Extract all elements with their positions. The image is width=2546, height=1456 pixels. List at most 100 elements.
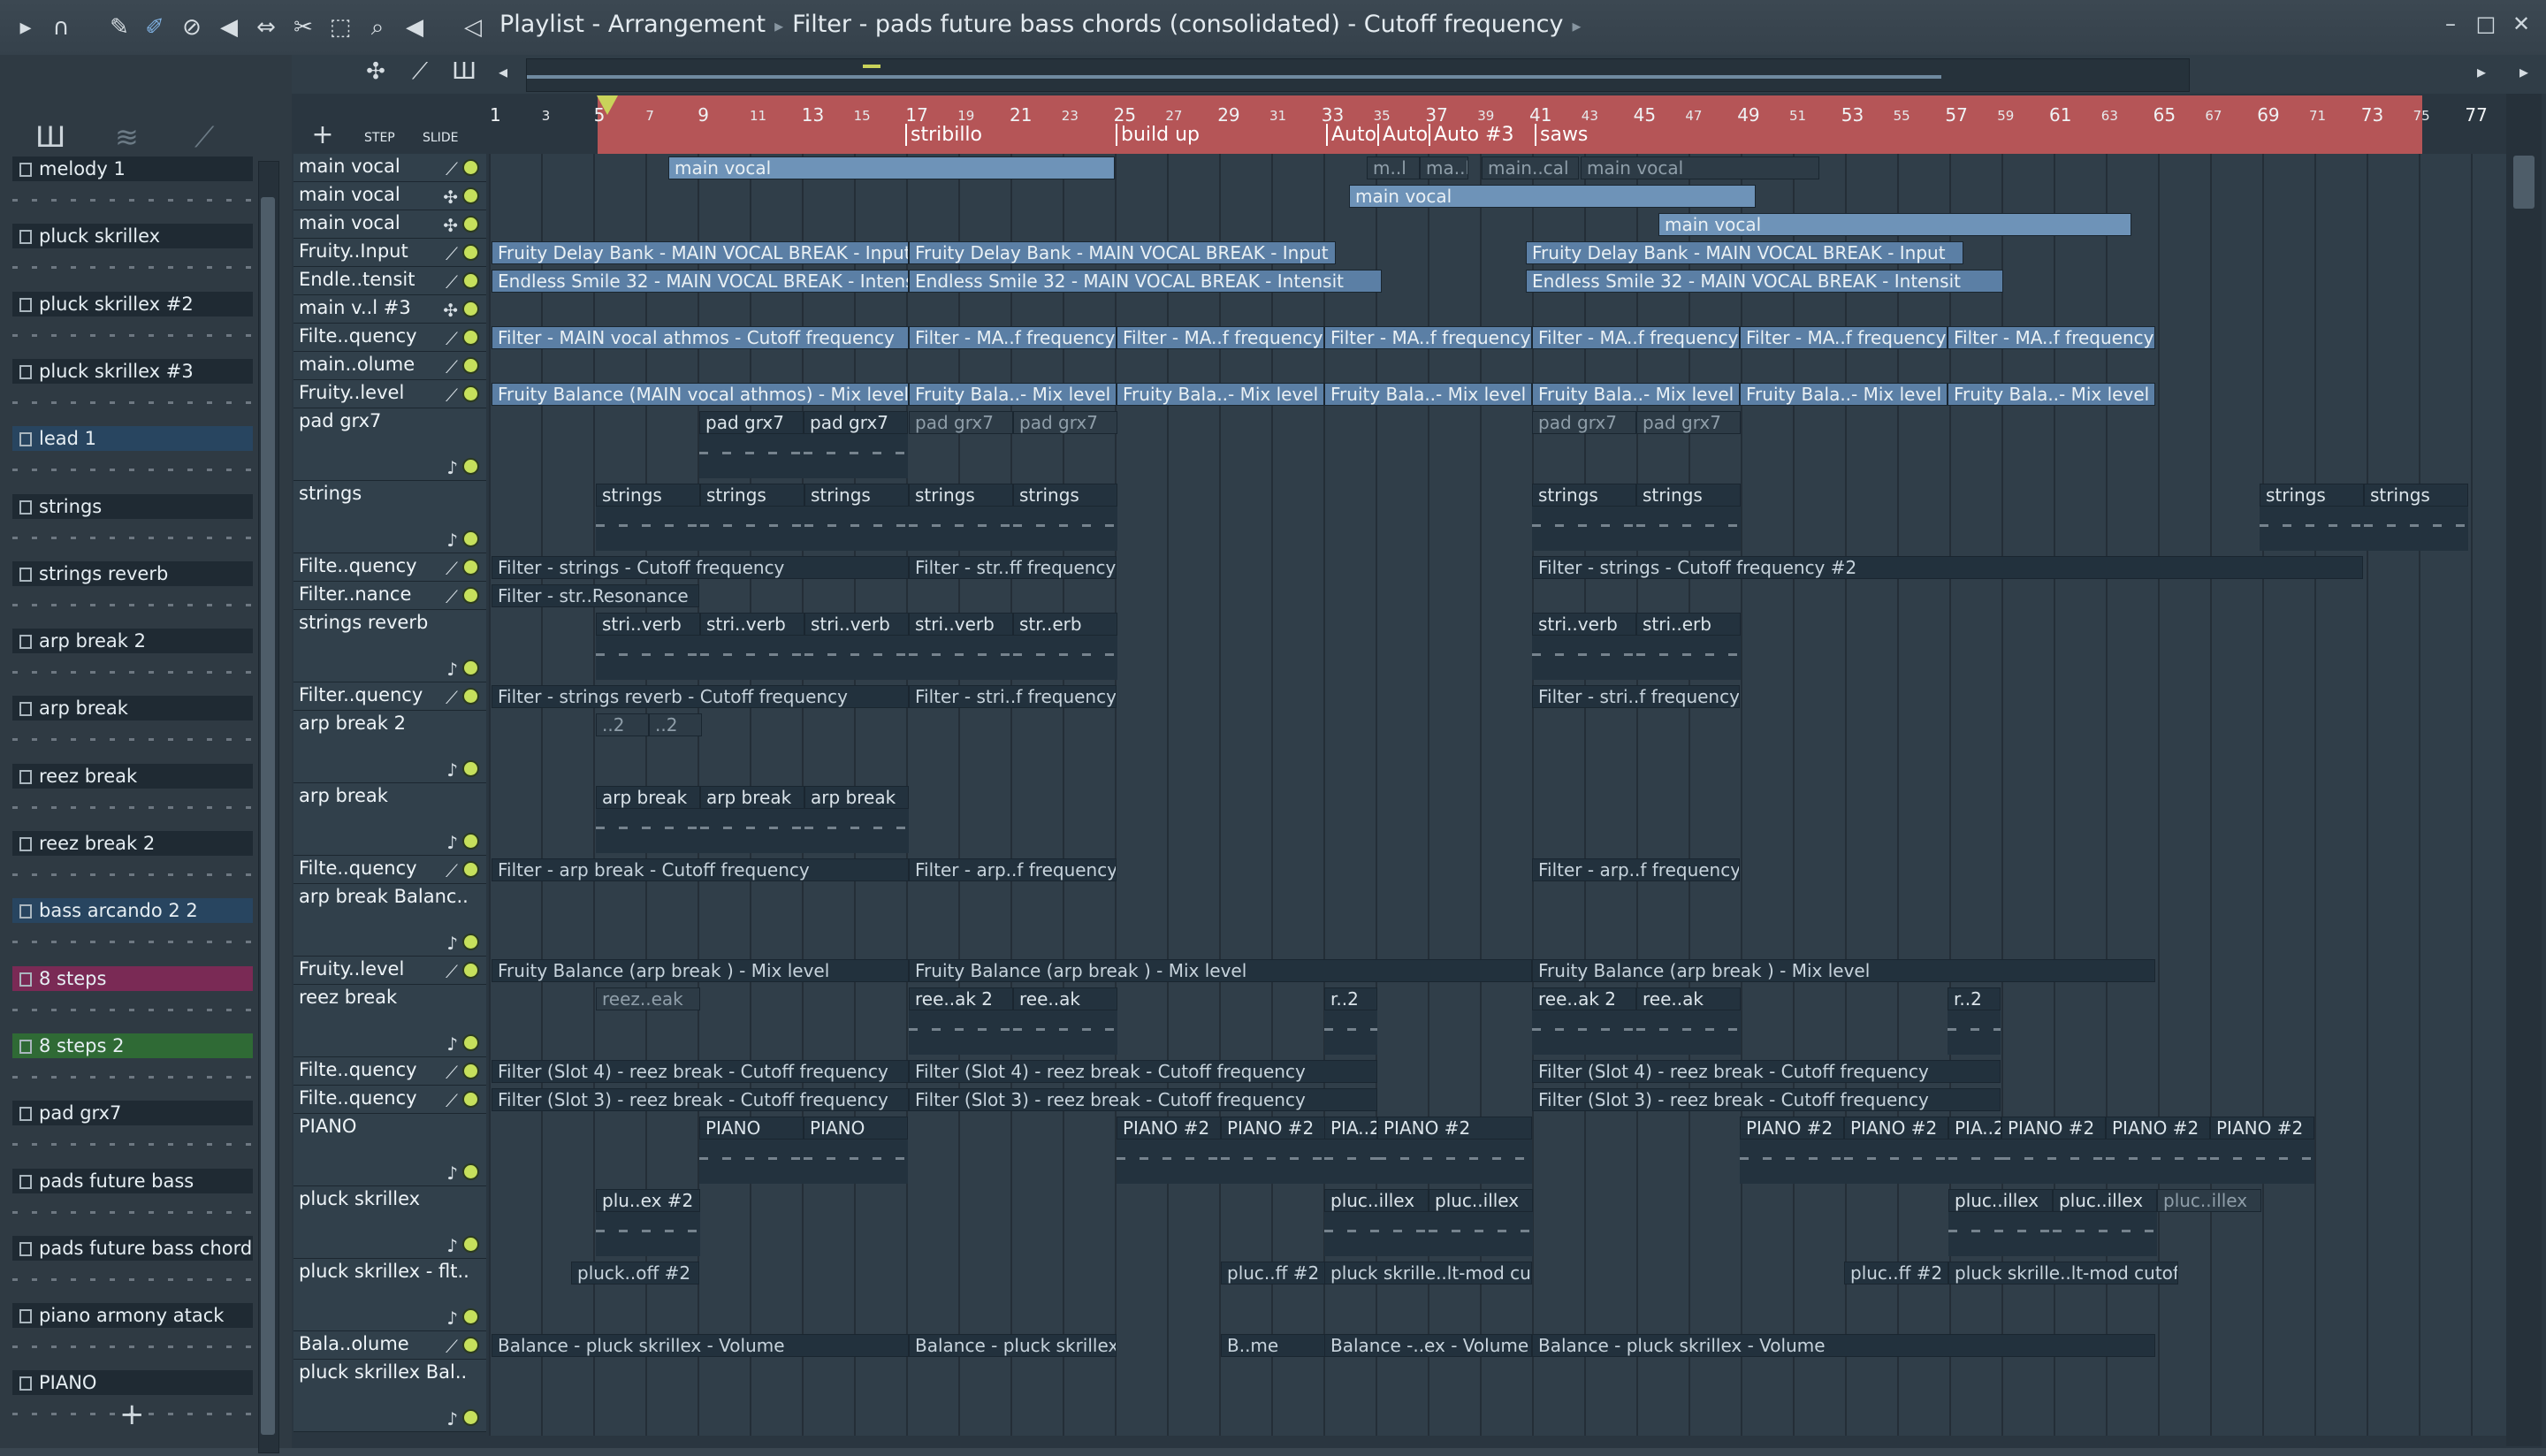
playlist-clip[interactable]: ..2 (596, 713, 649, 736)
track-header[interactable]: arp break 2 ♪ (293, 711, 486, 783)
track-header[interactable]: main v..l #3 ✣ (293, 295, 486, 324)
playlist-clip[interactable]: strings (2364, 484, 2468, 507)
playlist-clip[interactable]: Filter - stri..f frequency (1532, 685, 1740, 708)
playlist-clip[interactable]: ree..ak 2 (1532, 987, 1636, 1010)
playlist-clip[interactable]: Balance - pluck skrillex - Volume (909, 1334, 1117, 1357)
playlist-clip[interactable]: Filter (Slot 3) - reez break - Cutoff fr… (909, 1088, 1377, 1111)
playlist-clip[interactable]: pluc..ff #2 (1221, 1262, 1325, 1284)
playlist-clip[interactable]: r..2 (1324, 987, 1377, 1010)
playlist-clip[interactable]: PIANO #2 (2210, 1117, 2314, 1140)
playlist-clip[interactable]: Fruity Bala..- Mix level (1948, 383, 2155, 406)
playlist-clip[interactable]: Fruity Bala..- Mix level (1740, 383, 1948, 406)
playlist-clip[interactable]: stri..verb (804, 613, 909, 636)
playlist-clip[interactable]: pad grx7 (1636, 411, 1741, 434)
channel-item[interactable]: piano armony atack (12, 1303, 253, 1370)
playlist-clip[interactable]: main vocal (668, 156, 1115, 179)
delete-icon[interactable]: ⊘ (177, 12, 207, 42)
playlist-clip[interactable]: PIA..2 (1948, 1117, 2001, 1140)
timeline-marker[interactable]: Auto (1326, 124, 1376, 146)
playlist-clip[interactable]: ree..ak (1013, 987, 1117, 1010)
slip-icon[interactable]: ⇔ (251, 12, 281, 42)
speaker-icon[interactable]: ◀ (400, 12, 430, 42)
track-header[interactable]: Filter..quency ⟋ (293, 682, 486, 711)
playlist-clip[interactable]: Filter - MA..f frequency (1948, 326, 2155, 349)
track-header[interactable]: main vocal ✣ (293, 182, 486, 210)
track-header[interactable]: pluck skrillex Bal.. ♪ (293, 1360, 486, 1432)
playlist-clip[interactable]: pluc..illex (2157, 1189, 2261, 1212)
track-header[interactable]: Filte..quency ⟋ (293, 1057, 486, 1086)
mute-led-icon[interactable] (462, 1163, 479, 1180)
playlist-clip[interactable]: pad grx7 (1013, 411, 1117, 434)
playlist-clip[interactable]: Filter - MAIN vocal athmos - Cutoff freq… (492, 326, 909, 349)
zoom-icon[interactable]: ⌕ (362, 12, 393, 42)
mute-led-icon[interactable] (462, 159, 479, 176)
playlist-clip[interactable]: stri..verb (909, 613, 1013, 636)
playlist-clip[interactable]: pad grx7 (909, 411, 1013, 434)
playlist-clip[interactable]: plu..ex #2 (596, 1189, 700, 1212)
playlist-scrollbar[interactable] (2506, 94, 2542, 1446)
channel-item[interactable]: strings (12, 493, 253, 561)
mute-led-icon[interactable] (462, 934, 479, 950)
maximize-icon[interactable]: □ (2471, 9, 2501, 39)
track-header[interactable]: arp break ♪ (293, 783, 486, 856)
channel-item[interactable]: reez break 2 (12, 831, 253, 898)
playlist-clip[interactable]: B..me (1221, 1334, 1325, 1357)
mute-led-icon[interactable] (462, 861, 479, 878)
playlist-clip[interactable]: Filter - strings - Cutoff frequency (492, 556, 909, 579)
channel-item[interactable]: pad grx7 (12, 1101, 253, 1168)
track-header[interactable]: strings ♪ (293, 481, 486, 553)
channel-item[interactable]: arp break (12, 696, 253, 763)
playlist-clip[interactable]: m..l (1367, 156, 1420, 179)
mute-led-icon[interactable] (462, 760, 479, 777)
snap-icon[interactable]: ✣ (361, 57, 391, 87)
playlist-clip[interactable]: Filter (Slot 4) - reez break - Cutoff fr… (909, 1060, 1377, 1083)
scroll-left-icon[interactable]: ◂ (488, 57, 518, 87)
timeline-marker[interactable]: stribillo (905, 124, 982, 146)
playlist-clip[interactable]: main vocal (1658, 213, 2131, 236)
playlist-clip[interactable]: Filter - MA..f frequency (1117, 326, 1324, 349)
playlist-clip[interactable]: PIANO #2 (1377, 1117, 1532, 1140)
playlist-clip[interactable]: ..2 (649, 713, 702, 736)
playlist-clip[interactable]: Balance - pluck skrillex - Volume (1532, 1334, 2155, 1357)
playlist-clip[interactable]: PIANO (699, 1117, 804, 1140)
browser-scroll-thumb[interactable] (261, 197, 275, 1435)
timeline-marker[interactable]: saws (1535, 124, 1588, 146)
breadcrumb-window[interactable]: Playlist - Arrangement (499, 11, 766, 38)
playlist-clip[interactable]: PIA..2 (1324, 1117, 1377, 1140)
mute-led-icon[interactable] (462, 244, 479, 261)
mute-led-icon[interactable] (462, 458, 479, 475)
playlist-clip[interactable]: PIANO #2 (1844, 1117, 1948, 1140)
playlist-clip[interactable]: Filter - str..Resonance (492, 584, 699, 607)
playlist-clip[interactable]: Filter - MA..f frequency (1740, 326, 1948, 349)
mute-led-icon[interactable] (462, 357, 479, 374)
channel-item[interactable]: 8 steps (12, 965, 253, 1033)
playlist-clip[interactable]: Fruity Balance (arp break ) - Mix level (909, 959, 1532, 982)
playlist-clip[interactable]: PIANO #2 (1221, 1117, 1325, 1140)
browser-scrollbar[interactable] (258, 161, 279, 1453)
playlist-clip[interactable]: pluck skrille..lt-mod cutoff (1948, 1262, 2178, 1284)
playlist-clip[interactable]: Fruity Bala..- Mix level (1532, 383, 1740, 406)
playlist-clip[interactable]: PIANO #2 (2106, 1117, 2210, 1140)
playlist-clip[interactable]: main vocal (1349, 185, 1756, 208)
play-arrow-icon[interactable]: ▸ (11, 12, 41, 42)
channel-item[interactable]: strings reverb (12, 560, 253, 629)
timeline-marker[interactable]: build up (1116, 124, 1200, 146)
playlist-clip[interactable]: Filter - MA..f frequency (1532, 326, 1740, 349)
track-header[interactable]: Endle..tensit ⟋ (293, 267, 486, 295)
track-header[interactable]: Fruity..level ⟋ (293, 380, 486, 408)
breadcrumb-target[interactable]: Filter - pads future bass chords (consol… (792, 11, 1563, 38)
channel-header[interactable]: PIANO (12, 1370, 253, 1396)
track-header[interactable]: Bala..olume ⟋ (293, 1331, 486, 1360)
channel-item[interactable]: pads future bass chords (12, 1235, 253, 1303)
channel-header[interactable]: reez break 2 (12, 831, 253, 856)
playlist-clip[interactable]: Endless Smile 32 - MAIN VOCAL BREAK - In… (1526, 270, 2003, 293)
playlist-clip[interactable]: Balance -..ex - Volume (1324, 1334, 1532, 1357)
playlist-clip[interactable]: stri..verb (596, 613, 700, 636)
plus-icon[interactable]: + (308, 120, 338, 150)
mute-led-icon[interactable] (462, 688, 479, 705)
mute-led-icon[interactable] (462, 530, 479, 547)
playlist-clip[interactable]: ree..ak 2 (909, 987, 1013, 1010)
mute-led-icon[interactable] (462, 1034, 479, 1051)
channel-header[interactable]: 8 steps (12, 965, 253, 991)
pencil-icon[interactable]: ✎ (104, 12, 134, 42)
